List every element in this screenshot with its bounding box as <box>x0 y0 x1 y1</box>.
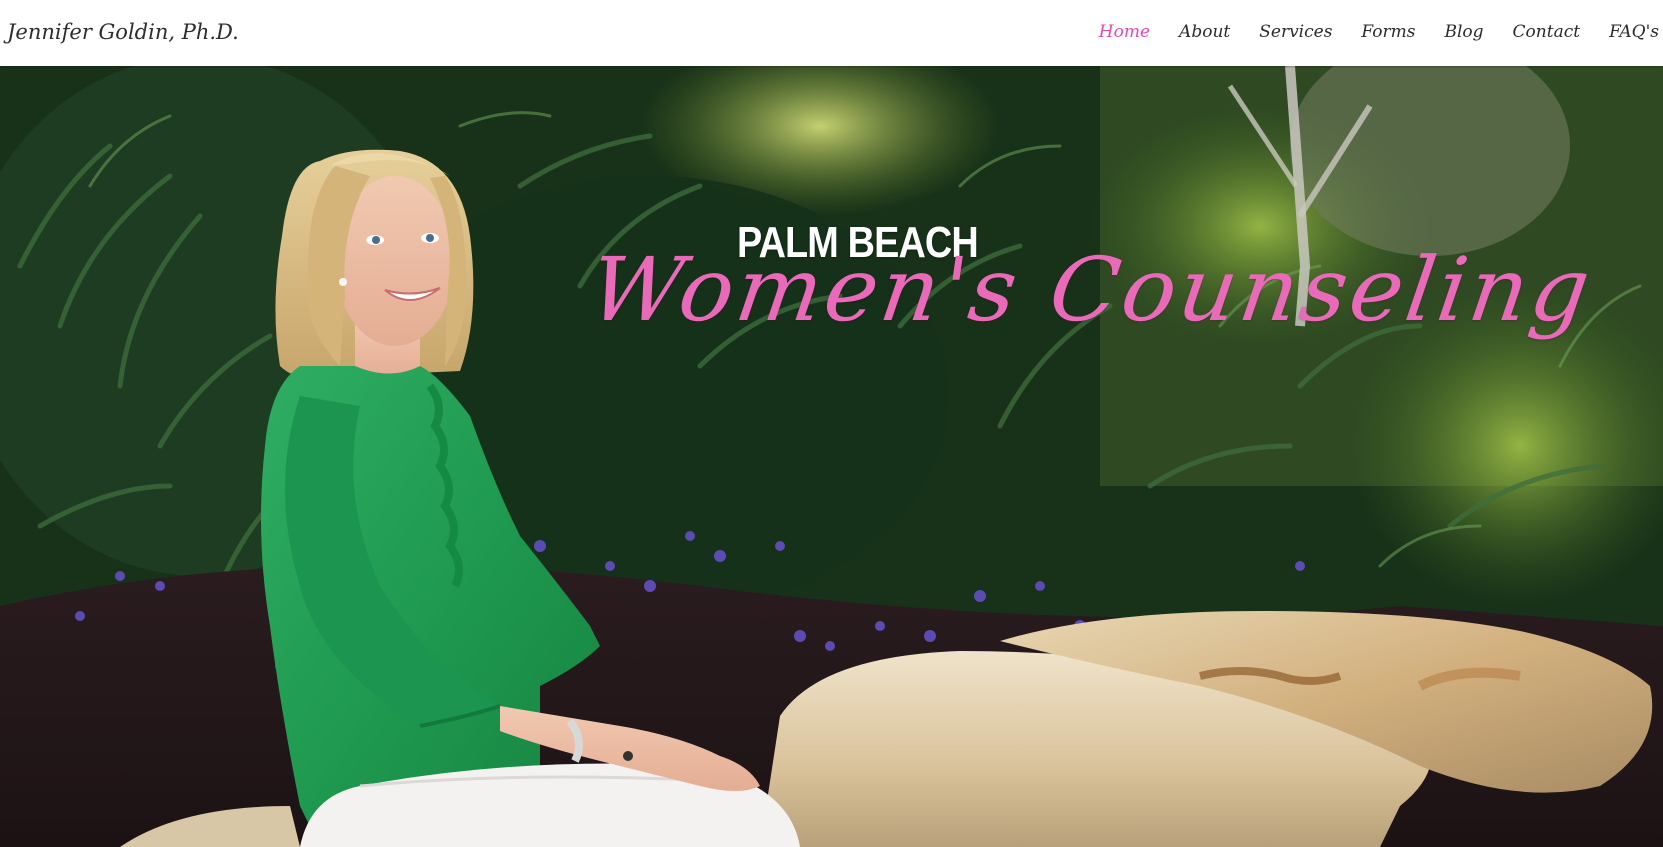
site-name[interactable]: Jennifer Goldin, Ph.D. <box>7 20 239 44</box>
nav-about[interactable]: About <box>1179 22 1230 42</box>
nav-services[interactable]: Services <box>1259 22 1332 42</box>
hero-photo <box>0 66 1663 847</box>
site-header: Jennifer Goldin, Ph.D. Home About Servic… <box>0 0 1663 66</box>
hero-title-script: Women's Counseling <box>583 238 1599 341</box>
hero-banner: PALM BEACH Women's Counseling <box>0 66 1663 847</box>
nav-contact[interactable]: Contact <box>1513 22 1581 42</box>
nav-faqs[interactable]: FAQ's <box>1609 22 1659 42</box>
nav-home[interactable]: Home <box>1099 22 1150 42</box>
nav-forms[interactable]: Forms <box>1361 22 1415 42</box>
main-nav: Home About Services Forms Blog Contact F… <box>1099 22 1659 42</box>
nav-blog[interactable]: Blog <box>1445 22 1484 42</box>
